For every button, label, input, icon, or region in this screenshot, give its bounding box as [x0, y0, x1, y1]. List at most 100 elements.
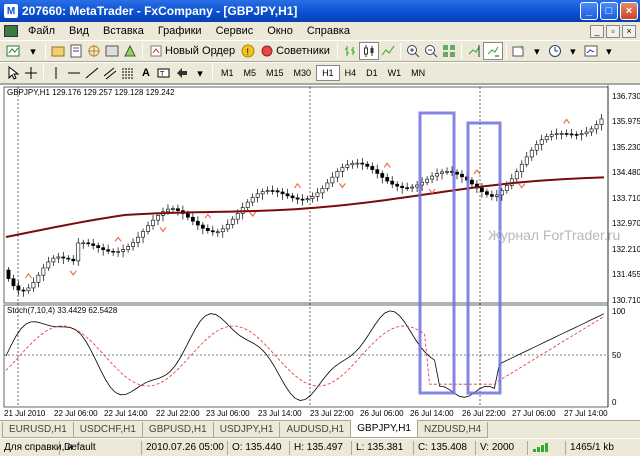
timeframe-w1[interactable]: W1 [383, 65, 407, 81]
timeframe-mn[interactable]: MN [406, 65, 430, 81]
tab-audusd-h1[interactable]: AUDUSD,H1 [279, 422, 352, 438]
menu-view[interactable]: Вид [62, 25, 96, 37]
tab-gbpusd-h1[interactable]: GBPUSD,H1 [141, 422, 214, 438]
menu-insert[interactable]: Вставка [96, 25, 151, 37]
arrows-dropdown[interactable]: ▾ [191, 64, 209, 82]
candle-body [549, 134, 554, 137]
chart-dropdown[interactable]: ▾ [24, 42, 42, 60]
timeframe-h1[interactable]: H1 [316, 65, 340, 81]
menu-help[interactable]: Справка [300, 25, 357, 37]
candle-body [220, 228, 225, 233]
candle-body [111, 250, 116, 253]
candle-body [330, 176, 335, 184]
tab-usdchf-h1[interactable]: USDCHF,H1 [72, 422, 143, 438]
candle-body [430, 175, 434, 180]
cursor-icon [8, 66, 19, 80]
menu-charts[interactable]: Графики [151, 25, 209, 37]
zoom-in-button[interactable] [404, 42, 422, 60]
price-chart[interactable]: GBPJPY,H1 129.176 129.257 129.128 129.24… [0, 85, 640, 421]
tab-gbpjpy-h1[interactable]: GBPJPY,H1 [350, 420, 418, 438]
chart-shift-button[interactable] [465, 42, 483, 60]
vertical-line-icon [55, 67, 57, 79]
periods-button[interactable] [546, 42, 564, 60]
candle-body [11, 278, 16, 287]
chart-window[interactable]: GBPJPY,H1 129.176 129.257 129.128 129.24… [0, 84, 640, 420]
candle-body [335, 171, 340, 178]
minimize-button[interactable]: _ [580, 2, 598, 20]
channel-tool[interactable] [101, 64, 119, 82]
candle-body [41, 267, 46, 276]
child-minimize-button[interactable]: _ [590, 24, 604, 38]
terminal-icon [105, 45, 119, 57]
close-button[interactable]: × [620, 2, 638, 20]
candle-body [36, 274, 41, 283]
candle-body [195, 220, 200, 226]
templates-dropdown[interactable]: ▾ [600, 42, 618, 60]
indicators-dropdown[interactable]: ▾ [528, 42, 546, 60]
metaeditor-button[interactable]: ! [239, 42, 257, 60]
timeframe-m30[interactable]: M30 [289, 65, 317, 81]
profiles-button[interactable] [49, 42, 67, 60]
candle-body [101, 247, 106, 250]
timeframe-d1[interactable]: D1 [361, 65, 383, 81]
autoscroll-button[interactable] [482, 42, 503, 60]
new-order-icon [150, 45, 162, 57]
candlestick-button[interactable] [358, 42, 379, 60]
menu-window[interactable]: Окно [260, 25, 300, 37]
timeframe-m15[interactable]: M15 [261, 65, 289, 81]
fibonacci-tool[interactable] [119, 64, 137, 82]
candle-body [225, 224, 230, 230]
label-tool[interactable]: T [155, 64, 173, 82]
arrows-tool[interactable] [173, 64, 191, 82]
line-chart-button[interactable] [379, 42, 397, 60]
chart-header: GBPJPY,H1 129.176 129.257 129.128 129.24… [7, 88, 175, 97]
candle-body [599, 118, 604, 125]
indicators-button[interactable]: + [510, 42, 528, 60]
tab-usdjpy-h1[interactable]: USDJPY,H1 [212, 422, 281, 438]
candle-body [395, 183, 400, 187]
candle-body [415, 184, 420, 188]
candle-body [16, 285, 21, 291]
child-close-button[interactable]: × [622, 24, 636, 38]
zoom-out-button[interactable] [422, 42, 440, 60]
crosshair-icon [25, 67, 37, 79]
tester-button[interactable] [121, 42, 139, 60]
candle-body [529, 149, 534, 158]
timeframe-m5[interactable]: M5 [239, 65, 262, 81]
vertical-line-tool[interactable] [47, 64, 65, 82]
svg-text:!: ! [247, 47, 250, 57]
timeframe-m1[interactable]: M1 [216, 65, 239, 81]
time-tick: 26 Jul 06:00 [360, 409, 404, 418]
expert-advisors-button[interactable]: Советники [257, 42, 334, 60]
menu-file[interactable]: Файл [21, 25, 62, 37]
horizontal-line-tool[interactable] [65, 64, 83, 82]
tile-windows-button[interactable] [440, 42, 458, 60]
crosshair-tool[interactable] [22, 64, 40, 82]
maximize-button[interactable]: □ [600, 2, 618, 20]
new-order-button[interactable]: Новый Ордер [146, 42, 239, 60]
text-tool[interactable]: A [137, 64, 155, 82]
bar-chart-button[interactable] [341, 42, 359, 60]
timeframe-h4[interactable]: H4 [340, 65, 362, 81]
arrows-icon [177, 68, 187, 78]
tab-nzdusd-h4[interactable]: NZDUSD,H4 [416, 422, 489, 438]
new-chart-button[interactable] [4, 42, 24, 60]
trendline-icon [85, 67, 99, 79]
periods-dropdown[interactable]: ▾ [564, 42, 582, 60]
candle-body [200, 224, 205, 229]
candle-body [375, 169, 380, 174]
navigator-button[interactable] [85, 42, 103, 60]
price-tick: 136.730 [612, 92, 640, 101]
trendline-tool[interactable] [83, 64, 101, 82]
cursor-tool[interactable] [4, 64, 22, 82]
tab-eurusd-h1[interactable]: EURUSD,H1 [2, 422, 74, 438]
market-watch-button[interactable] [67, 42, 85, 60]
candle-body [370, 166, 375, 170]
candle-body [290, 195, 295, 199]
templates-button[interactable] [582, 42, 600, 60]
menu-tools[interactable]: Сервис [209, 25, 261, 37]
terminal-button[interactable] [103, 42, 121, 60]
child-restore-button[interactable]: ▫ [606, 24, 620, 38]
horizontal-line-icon [68, 72, 80, 74]
candle-body [440, 171, 444, 174]
